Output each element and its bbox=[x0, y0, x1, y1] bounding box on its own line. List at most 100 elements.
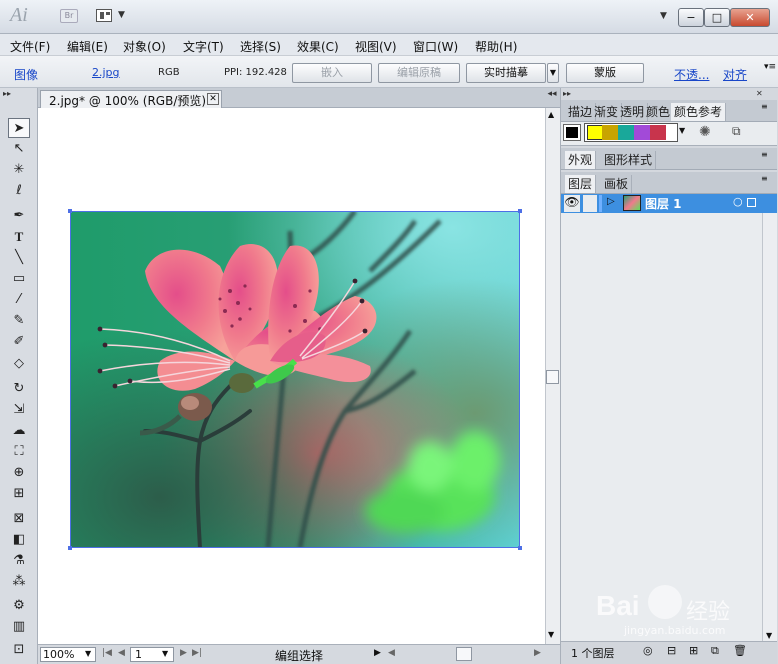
vertical-scroll-thumb[interactable] bbox=[546, 370, 559, 384]
align-link[interactable]: 对齐 bbox=[723, 66, 747, 83]
panel-menu-icon[interactable]: ≡ bbox=[761, 102, 768, 111]
selection-handle[interactable] bbox=[68, 209, 72, 213]
column-graph-tool-icon[interactable]: ▥ bbox=[8, 617, 30, 637]
menu-object[interactable]: 对象(O) bbox=[123, 38, 166, 55]
collapse-icon[interactable]: ▸▸ bbox=[3, 89, 11, 98]
layer-row[interactable]: 👁 ▷ 图层 1 ○ bbox=[561, 194, 777, 213]
selection-handle[interactable] bbox=[518, 546, 522, 550]
menu-edit[interactable]: 编辑(E) bbox=[67, 38, 108, 55]
edit-original-button[interactable]: 编辑原稿 bbox=[378, 63, 460, 83]
selection-handle[interactable] bbox=[68, 546, 72, 550]
symbol-sprayer-tool-icon[interactable]: ⚙ bbox=[8, 596, 30, 616]
delete-layer-icon[interactable]: 🗑 bbox=[733, 644, 747, 657]
tab-artboards[interactable]: 画板 bbox=[601, 175, 633, 193]
menu-file[interactable]: 文件(F) bbox=[10, 38, 50, 55]
panel-menu-icon[interactable]: ≡ bbox=[761, 174, 768, 183]
eye-icon[interactable]: 👁 bbox=[564, 195, 580, 212]
expand-panels-icon[interactable]: ◂◂ bbox=[545, 89, 559, 107]
tab-color[interactable]: 颜色 bbox=[643, 103, 675, 121]
control-bar-menu-icon[interactable]: ▾≡ bbox=[764, 62, 776, 72]
eyedropper-tool-icon[interactable]: ⚗ bbox=[8, 551, 30, 571]
selection-indicator[interactable] bbox=[747, 198, 756, 207]
first-page-icon[interactable]: |◀ bbox=[102, 648, 112, 658]
close-button[interactable]: ✕ bbox=[730, 8, 770, 27]
free-transform-tool-icon[interactable]: ⛶ bbox=[8, 442, 30, 462]
harmony-swatch[interactable] bbox=[618, 125, 634, 140]
gradient-tool-icon[interactable]: ◧ bbox=[8, 530, 30, 550]
minimize-button[interactable]: − bbox=[678, 8, 704, 27]
mask-button[interactable]: 蒙版 bbox=[566, 63, 644, 83]
lock-toggle[interactable] bbox=[583, 195, 597, 212]
save-swatch-group-icon[interactable]: ⧉ bbox=[732, 124, 741, 139]
scroll-down-icon[interactable]: ▼ bbox=[548, 630, 554, 639]
page-select[interactable]: 1 ▼ bbox=[130, 647, 174, 662]
pencil-tool-icon[interactable]: ✎ bbox=[8, 311, 30, 331]
locate-object-icon[interactable]: ◎ bbox=[643, 644, 653, 657]
live-trace-button[interactable]: 实时描摹 bbox=[466, 63, 546, 83]
tab-color-guide[interactable]: 颜色参考 bbox=[671, 103, 727, 121]
mesh-tool-icon[interactable]: ⊠ bbox=[8, 509, 30, 529]
document-tab[interactable]: 2.jpg* @ 100% (RGB/预览) ✕ bbox=[40, 90, 222, 108]
close-dock-icon[interactable]: ✕ bbox=[756, 89, 763, 98]
horizontal-scroll-thumb[interactable] bbox=[456, 647, 472, 661]
line-segment-tool-icon[interactable]: ╲ bbox=[8, 248, 30, 268]
live-trace-dropdown-icon[interactable]: ▼ bbox=[547, 63, 559, 83]
layers-list[interactable] bbox=[561, 213, 777, 641]
harmony-swatch[interactable] bbox=[650, 125, 666, 140]
rectangle-tool-icon[interactable]: ▭ bbox=[8, 269, 30, 289]
last-page-icon[interactable]: ▶| bbox=[192, 648, 202, 658]
menu-select[interactable]: 选择(S) bbox=[240, 38, 281, 55]
scroll-left-icon[interactable]: ◀ bbox=[388, 648, 395, 658]
harmony-swatch[interactable] bbox=[602, 125, 618, 140]
scroll-right-icon[interactable]: ▶ bbox=[534, 648, 541, 658]
clipping-mask-icon[interactable]: ⊟ bbox=[667, 644, 676, 657]
new-layer-icon[interactable]: ⧉ bbox=[711, 644, 719, 658]
menu-effect[interactable]: 效果(C) bbox=[297, 38, 339, 55]
artboard-tool-icon[interactable]: ⊡ bbox=[8, 640, 30, 660]
object-type-link[interactable]: 图像 bbox=[14, 66, 38, 83]
embed-button[interactable]: 嵌入 bbox=[292, 63, 372, 83]
menu-view[interactable]: 视图(V) bbox=[355, 38, 397, 55]
eraser-tool-icon[interactable]: ◇ bbox=[8, 354, 30, 374]
scroll-up-icon[interactable]: ▲ bbox=[548, 110, 554, 119]
scale-tool-icon[interactable]: ⇲ bbox=[8, 400, 30, 420]
menu-help[interactable]: 帮助(H) bbox=[475, 38, 517, 55]
collapse-icon[interactable]: ▸▸ bbox=[563, 89, 571, 98]
tab-layers[interactable]: 图层 bbox=[565, 175, 597, 193]
blob-brush-tool-icon[interactable]: ✐ bbox=[8, 332, 30, 352]
status-menu-icon[interactable]: ▶ bbox=[374, 648, 381, 658]
menu-type[interactable]: 文字(T) bbox=[183, 38, 224, 55]
tab-graphic-styles[interactable]: 图形样式 bbox=[601, 151, 657, 169]
bridge-button[interactable]: Br bbox=[60, 9, 78, 23]
selection-tool-icon[interactable]: ➤ bbox=[8, 118, 30, 138]
harmony-swatch[interactable] bbox=[587, 125, 603, 140]
base-color-swatch[interactable] bbox=[563, 124, 581, 141]
menu-window[interactable]: 窗口(W) bbox=[413, 38, 458, 55]
zoom-select[interactable]: 100% ▼ bbox=[40, 647, 96, 662]
selection-handle[interactable] bbox=[518, 209, 522, 213]
tab-appearance[interactable]: 外观 bbox=[565, 151, 597, 169]
target-icon[interactable]: ○ bbox=[733, 195, 743, 208]
layout-grid-icon[interactable] bbox=[96, 9, 112, 22]
shape-builder-tool-icon[interactable]: ⊕ bbox=[8, 463, 30, 483]
direct-selection-tool-icon[interactable]: ↖ bbox=[8, 139, 30, 159]
pen-tool-icon[interactable]: ✒ bbox=[8, 206, 30, 226]
panel-menu-icon[interactable]: ≡ bbox=[761, 150, 768, 159]
warp-tool-icon[interactable]: ☁ bbox=[8, 421, 30, 441]
close-tab-icon[interactable]: ✕ bbox=[207, 93, 219, 105]
prev-page-icon[interactable]: ◀ bbox=[118, 648, 125, 658]
magic-wand-tool-icon[interactable]: ✳ bbox=[8, 160, 30, 180]
harmony-swatch[interactable] bbox=[634, 125, 650, 140]
rotate-tool-icon[interactable]: ↻ bbox=[8, 379, 30, 399]
paintbrush-tool-icon[interactable]: ⁄ bbox=[8, 290, 30, 310]
new-sublayer-icon[interactable]: ⊞ bbox=[689, 644, 698, 657]
file-name-link[interactable]: 2.jpg bbox=[92, 66, 120, 79]
scroll-down-icon[interactable]: ▼ bbox=[766, 631, 772, 640]
harmony-dropdown-icon[interactable]: ▼ bbox=[679, 126, 685, 135]
layers-scrollbar[interactable]: ▼ bbox=[762, 213, 777, 641]
perspective-grid-tool-icon[interactable]: ⊞ bbox=[8, 484, 30, 504]
chevron-down-icon[interactable]: ▼ bbox=[118, 10, 125, 20]
next-page-icon[interactable]: ▶ bbox=[180, 648, 187, 658]
opacity-link[interactable]: 不透... bbox=[674, 66, 709, 83]
vertical-scrollbar[interactable]: ▲ ▼ bbox=[545, 108, 560, 644]
